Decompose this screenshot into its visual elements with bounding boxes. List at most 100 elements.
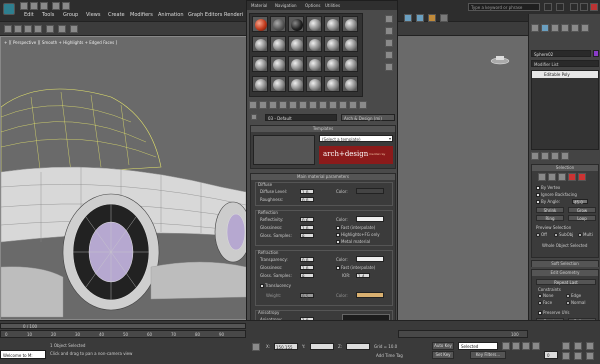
constraint-none-radio[interactable]: None bbox=[538, 293, 553, 298]
refl-gloss-samples-field[interactable]: 8 bbox=[300, 233, 314, 239]
refr-color-swatch[interactable] bbox=[356, 256, 384, 262]
redo-icon[interactable] bbox=[62, 2, 70, 10]
transparency-field[interactable]: 0.0 bbox=[300, 257, 314, 263]
mat-menu-options[interactable]: Options bbox=[305, 3, 320, 8]
material-id-icon[interactable] bbox=[319, 101, 327, 109]
create-tab-icon[interactable] bbox=[531, 24, 539, 32]
put-to-library-icon[interactable] bbox=[309, 101, 317, 109]
render-setup-icon[interactable] bbox=[404, 14, 412, 22]
stack-item[interactable]: Editable Poly bbox=[532, 71, 598, 78]
edit-geometry-title[interactable]: Edit Geometry bbox=[532, 270, 598, 276]
scale-icon[interactable] bbox=[34, 25, 42, 33]
object-color-swatch[interactable] bbox=[593, 50, 599, 57]
grow-button[interactable]: Grow bbox=[568, 207, 596, 213]
sample-type-icon[interactable] bbox=[385, 15, 393, 23]
constraint-normal-radio[interactable]: Normal bbox=[566, 300, 585, 305]
eyedropper-icon[interactable] bbox=[251, 114, 257, 120]
object-name-field[interactable]: Sphere02 bbox=[531, 50, 591, 57]
reflectivity-field[interactable]: 0.6 bbox=[300, 217, 314, 223]
material-editor-titlebar[interactable]: Material Navigation Options Utilities bbox=[247, 1, 397, 10]
sample-slot[interactable] bbox=[288, 36, 304, 52]
new-icon[interactable] bbox=[20, 2, 28, 10]
video-color-icon[interactable] bbox=[385, 63, 393, 71]
sample-slot[interactable] bbox=[324, 56, 340, 72]
metal-material-check[interactable]: Metal material bbox=[336, 239, 370, 244]
save-icon[interactable] bbox=[40, 2, 48, 10]
template-dropdown[interactable]: (Select a template) ▾ bbox=[319, 135, 393, 142]
go-forward-icon[interactable] bbox=[359, 101, 367, 109]
sample-slot[interactable] bbox=[270, 36, 286, 52]
uv-tiling-icon[interactable] bbox=[385, 51, 393, 59]
perspective-viewport[interactable]: + ][ Perspective ][ Smooth + Highlights … bbox=[0, 36, 248, 320]
sample-slot[interactable] bbox=[306, 56, 322, 72]
refr-fast-interp-check[interactable]: Fast (interpolate) bbox=[336, 265, 375, 270]
sample-slot[interactable] bbox=[288, 56, 304, 72]
roughness-field[interactable]: 0.0 bbox=[300, 197, 314, 203]
preview-subobj-radio[interactable]: SubObj bbox=[554, 232, 573, 237]
refl-fast-interp-check[interactable]: Fast (interpolate) bbox=[336, 225, 375, 230]
sample-slot[interactable] bbox=[270, 76, 286, 92]
sample-slot[interactable] bbox=[252, 36, 268, 52]
material-name-text[interactable]: 03 - Default bbox=[268, 116, 292, 121]
refr-glossiness-field[interactable]: 1.0 bbox=[300, 265, 314, 271]
menu-group[interactable]: Group bbox=[63, 12, 78, 18]
copy-material-icon[interactable] bbox=[289, 101, 297, 109]
sample-slot[interactable] bbox=[342, 76, 358, 92]
sample-slot[interactable] bbox=[270, 56, 286, 72]
key-filters-button[interactable]: Key Filters... bbox=[470, 351, 506, 359]
highlights-fg-check[interactable]: Highlights+FG only bbox=[336, 232, 380, 237]
menu-edit[interactable]: Edit bbox=[24, 12, 34, 18]
maxscript-listener[interactable]: Welcome to M: bbox=[0, 350, 46, 359]
by-vertex-check[interactable]: By Vertex bbox=[536, 185, 560, 190]
soft-selection-rollout[interactable]: Soft Selection bbox=[531, 260, 599, 267]
sample-slot[interactable] bbox=[306, 76, 322, 92]
sample-slot[interactable] bbox=[288, 16, 304, 32]
go-to-parent-icon[interactable] bbox=[349, 101, 357, 109]
mat-menu-material[interactable]: Material bbox=[251, 3, 267, 8]
hierarchy-tab-icon[interactable] bbox=[551, 24, 559, 32]
make-unique-icon[interactable] bbox=[299, 101, 307, 109]
translucency-check[interactable]: Translucency bbox=[260, 283, 291, 288]
ring-button[interactable]: Ring bbox=[536, 215, 564, 221]
polygon-mode-icon[interactable] bbox=[568, 173, 576, 181]
reset-map-icon[interactable] bbox=[279, 101, 287, 109]
zoom-all-icon[interactable] bbox=[562, 352, 570, 360]
close-icon[interactable] bbox=[590, 3, 598, 11]
search-box[interactable]: Type a keyword or phrase bbox=[468, 3, 540, 11]
modifier-list-dropdown[interactable]: Modifier List bbox=[531, 60, 599, 67]
track-bar[interactable]: 0 10 20 30 40 50 60 70 80 90 bbox=[0, 330, 246, 338]
sample-slot[interactable] bbox=[342, 36, 358, 52]
go-to-start-icon[interactable] bbox=[502, 342, 510, 350]
edge-mode-icon[interactable] bbox=[548, 173, 556, 181]
utilities-tab-icon[interactable] bbox=[581, 24, 589, 32]
motion-tab-icon[interactable] bbox=[561, 24, 569, 32]
modify-tab-icon[interactable] bbox=[541, 24, 549, 32]
diffuse-level-field[interactable]: 1.0 bbox=[300, 189, 314, 195]
open-icon[interactable] bbox=[30, 2, 38, 10]
preview-off-radio[interactable]: Off bbox=[536, 232, 547, 237]
menu-views[interactable]: Views bbox=[86, 12, 100, 18]
ior-field[interactable]: 1.4 bbox=[356, 273, 370, 279]
get-material-icon[interactable] bbox=[249, 101, 257, 109]
templates-title[interactable]: Templates bbox=[251, 126, 395, 132]
menu-create[interactable]: Create bbox=[108, 12, 125, 18]
preview-multi-radio[interactable]: Multi bbox=[578, 232, 593, 237]
repeat-last-button[interactable]: Repeat Last bbox=[536, 279, 596, 285]
sample-slot[interactable] bbox=[324, 16, 340, 32]
render-frame-icon[interactable] bbox=[416, 14, 424, 22]
key-mode-dropdown[interactable]: Selected bbox=[458, 342, 498, 350]
element-mode-icon[interactable] bbox=[578, 173, 586, 181]
object-name-text[interactable]: Sphere02 bbox=[534, 52, 553, 57]
menu-tools[interactable]: Tools bbox=[42, 12, 54, 18]
put-to-scene-icon[interactable] bbox=[259, 101, 267, 109]
undo-icon[interactable] bbox=[52, 2, 60, 10]
z-coordinate-field[interactable] bbox=[346, 343, 370, 350]
remove-modifier-icon[interactable] bbox=[561, 152, 569, 160]
teapot-icon[interactable] bbox=[440, 14, 448, 22]
lock-icon[interactable] bbox=[252, 343, 260, 351]
maximize-icon[interactable] bbox=[580, 3, 588, 11]
sample-slot[interactable] bbox=[324, 76, 340, 92]
display-tab-icon[interactable] bbox=[571, 24, 579, 32]
render-icon[interactable] bbox=[428, 14, 436, 22]
zoom-icon[interactable] bbox=[562, 342, 570, 350]
